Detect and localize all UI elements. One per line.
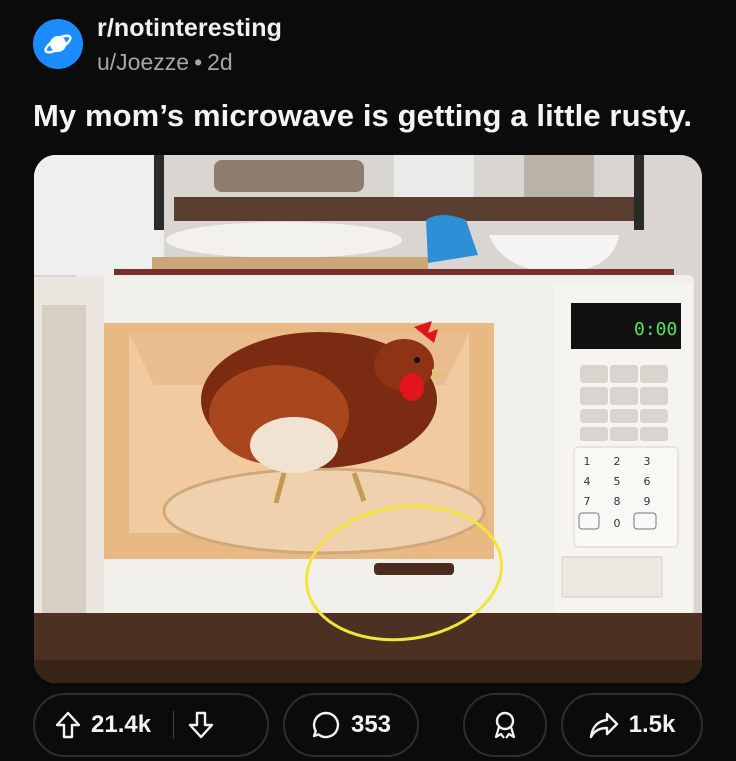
byline-separator: • [194,49,203,75]
vote-divider [173,711,175,739]
comments-button[interactable]: 353 [283,693,419,757]
subreddit-avatar[interactable] [33,19,83,69]
post-age: 2d [207,49,233,75]
post-header: r/notinteresting u/Joezze • 2d [33,14,282,76]
vote-pill: 21.4k [33,693,269,757]
post-title[interactable]: My mom’s microwave is getting a little r… [33,98,692,134]
subreddit-name[interactable]: r/notinteresting [97,14,282,43]
planet-icon [44,34,72,54]
keypad-digit: 4 [584,475,591,488]
downvote-icon[interactable] [188,711,214,739]
comment-icon [311,710,341,740]
microwave-photo: 0:00 1 2 3 4 5 6 7 8 9 0 [34,155,702,683]
keypad-digit: 0 [614,517,621,530]
keypad-digit: 2 [614,455,621,468]
keypad-digit: 1 [584,455,591,468]
share-button[interactable]: 1.5k [561,693,703,757]
post-meta: r/notinteresting u/Joezze • 2d [97,14,282,76]
keypad-digit: 8 [614,495,621,508]
award-icon [491,710,519,740]
post-image[interactable]: 0:00 1 2 3 4 5 6 7 8 9 0 [34,155,702,683]
keypad-digit: 7 [584,495,591,508]
keypad-digit: 3 [644,455,651,468]
post-byline: u/Joezze • 2d [97,49,282,76]
keypad-digit: 6 [644,475,651,488]
upvote-icon[interactable] [55,711,81,739]
upvote-count: 21.4k [91,711,152,738]
share-count: 1.5k [628,711,676,738]
comment-count: 353 [350,711,392,738]
keypad-digit: 5 [614,475,621,488]
share-icon [589,711,619,739]
keypad-digit: 9 [644,495,651,508]
award-button[interactable] [463,693,547,757]
author-name[interactable]: u/Joezze [97,49,189,75]
action-bar: 21.4k 353 1.5k [33,693,703,757]
microwave-display: 0:00 [634,319,677,340]
